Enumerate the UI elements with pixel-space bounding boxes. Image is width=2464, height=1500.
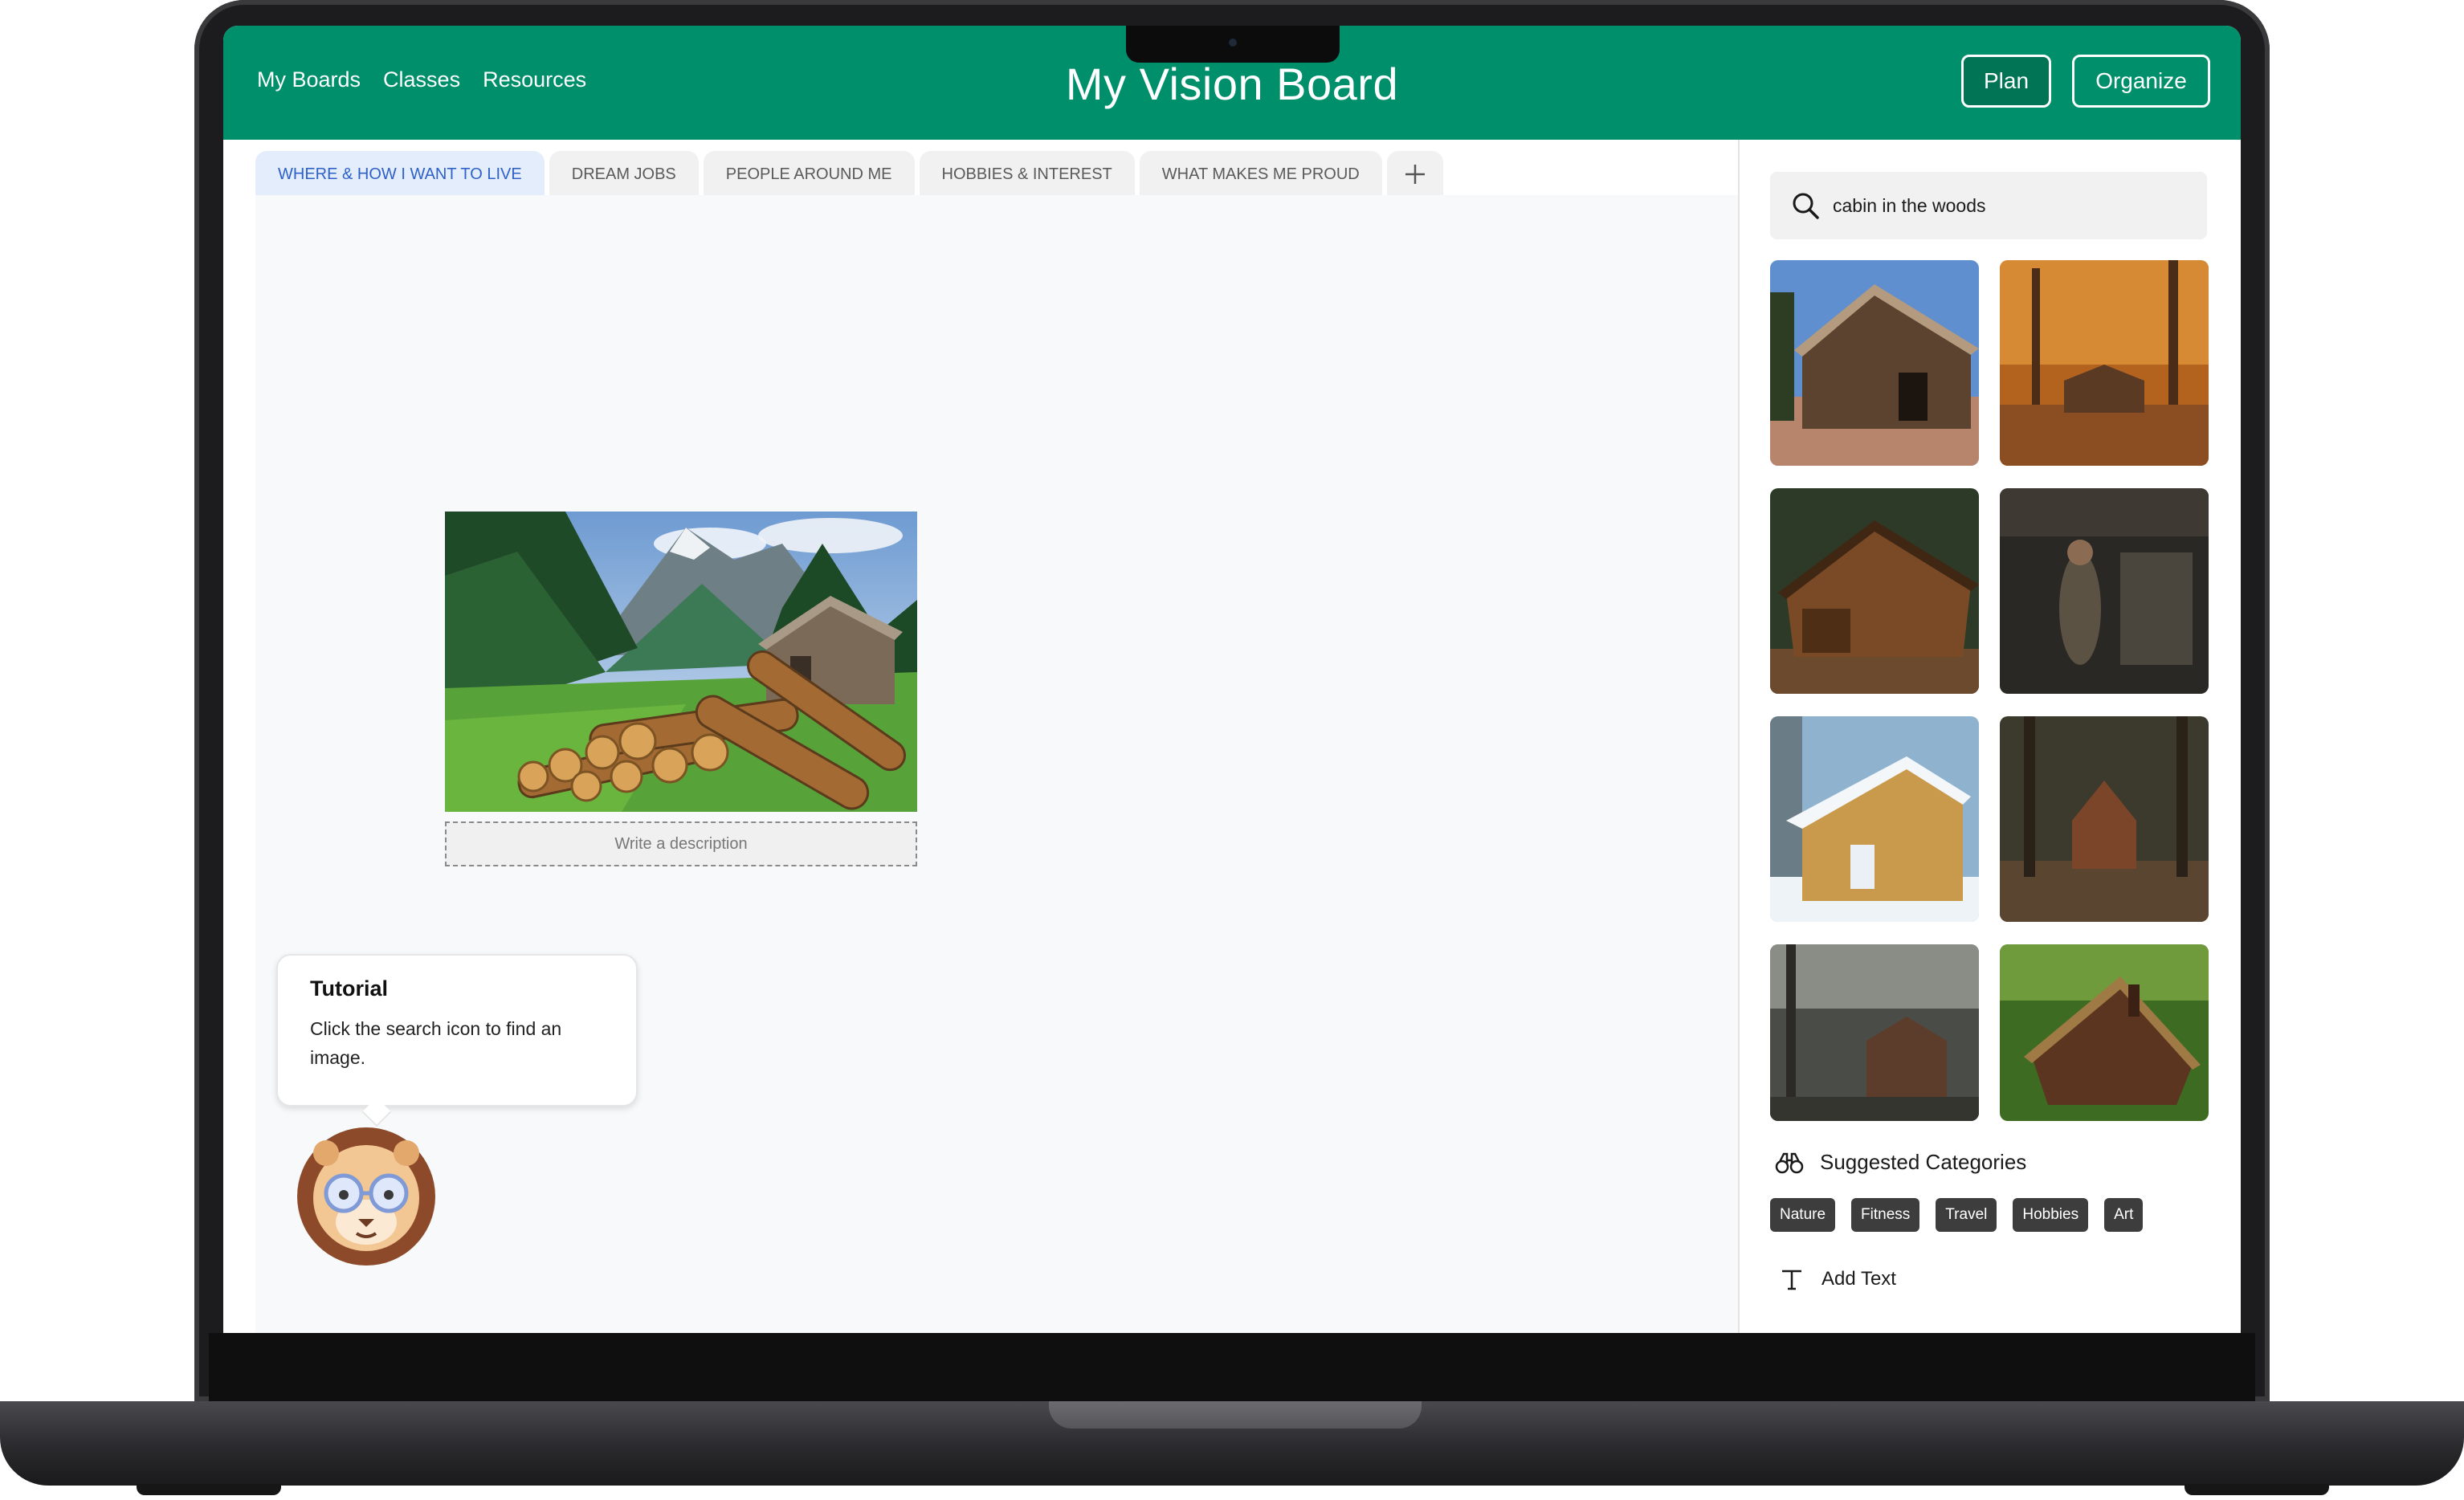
cabin-photo-8 (2000, 944, 2209, 1121)
app-screen: My Boards Classes Resources My Vision Bo… (223, 26, 2241, 1333)
tab-hobbies-interest[interactable]: HOBBIES & INTEREST (919, 151, 1135, 198)
suggested-categories-label: Suggested Categories (1820, 1150, 2027, 1174)
result-thumb-5[interactable] (1770, 716, 1979, 922)
nav-resources[interactable]: Resources (483, 67, 586, 92)
result-thumb-6[interactable] (2000, 716, 2209, 922)
plus-icon (1405, 165, 1425, 184)
category-chip-hobbies[interactable]: Hobbies (2013, 1198, 2089, 1232)
add-text-label: Add Text (1821, 1268, 1896, 1290)
mountain-cabin-photo (445, 512, 917, 812)
result-thumb-2[interactable] (2000, 260, 2209, 466)
cabin-photo-4 (2000, 488, 2209, 694)
board-tabs: WHERE & HOW I WANT TO LIVE DREAM JOBS PE… (255, 151, 1443, 198)
category-chip-nature[interactable]: Nature (1770, 1198, 1836, 1232)
tutorial-tooltip: Tutorial Click the search icon to find a… (276, 954, 638, 1107)
tab-dream-jobs[interactable]: DREAM JOBS (549, 151, 699, 198)
laptop-foot-right (2185, 1484, 2329, 1495)
cabin-photo-2 (2000, 260, 2209, 466)
result-thumb-7[interactable] (1770, 944, 1979, 1121)
vision-board-canvas[interactable]: Write a description (255, 195, 1738, 1333)
add-tab-button[interactable] (1386, 151, 1443, 198)
text-t-icon (1782, 1270, 1801, 1290)
tutorial-title: Tutorial (310, 976, 388, 1001)
add-text-button[interactable]: Add Text (1780, 1267, 1896, 1291)
suggested-categories-heading: Suggested Categories (1775, 1150, 2026, 1175)
nav-my-boards[interactable]: My Boards (257, 67, 361, 92)
screen-bezel-bottom (209, 1333, 2255, 1401)
cabin-photo-5 (1770, 716, 1979, 922)
result-thumb-8[interactable] (2000, 944, 2209, 1121)
category-chip-travel[interactable]: Travel (1936, 1198, 1997, 1232)
binoculars-icon (1775, 1152, 1804, 1173)
tab-people-around-me[interactable]: PEOPLE AROUND ME (703, 151, 915, 198)
search-input[interactable]: cabin in the woods (1770, 172, 2207, 239)
cabin-photo-3 (1770, 488, 1979, 694)
cabin-photo-6 (2000, 716, 2209, 922)
category-chip-fitness[interactable]: Fitness (1851, 1198, 1920, 1232)
magnifier-icon[interactable] (1791, 191, 1820, 220)
result-thumb-3[interactable] (1770, 488, 1979, 694)
tutorial-text: Click the search icon to find an image. (310, 1018, 562, 1068)
laptop-opening-notch (1049, 1401, 1422, 1429)
lion-mascot-icon (297, 1127, 435, 1266)
organize-button[interactable]: Organize (2072, 55, 2210, 108)
description-input[interactable]: Write a description (445, 821, 917, 866)
tab-what-makes-me-proud[interactable]: WHAT MAKES ME PROUD (1139, 151, 1382, 198)
plan-button[interactable]: Plan (1961, 55, 2051, 108)
result-thumb-1[interactable] (1770, 260, 1979, 466)
cabin-photo-1 (1770, 260, 1979, 466)
category-chips: Nature Fitness Travel Hobbies Art (1770, 1198, 2144, 1232)
nav-classes[interactable]: Classes (383, 67, 460, 92)
category-chip-art[interactable]: Art (2104, 1198, 2144, 1232)
sidebar-divider (1738, 140, 1740, 1333)
result-thumb-4[interactable] (2000, 488, 2209, 694)
camera-icon (1229, 39, 1237, 47)
laptop-foot-left (137, 1484, 281, 1495)
search-query: cabin in the woods (1833, 194, 1986, 216)
main-nav: My Boards Classes Resources (257, 67, 586, 92)
camera-notch (1126, 26, 1340, 63)
board-image-mountain-cabin[interactable] (445, 512, 917, 812)
cabin-photo-7 (1770, 944, 1979, 1121)
tab-where-how-i-want-to-live[interactable]: WHERE & HOW I WANT TO LIVE (255, 151, 545, 198)
